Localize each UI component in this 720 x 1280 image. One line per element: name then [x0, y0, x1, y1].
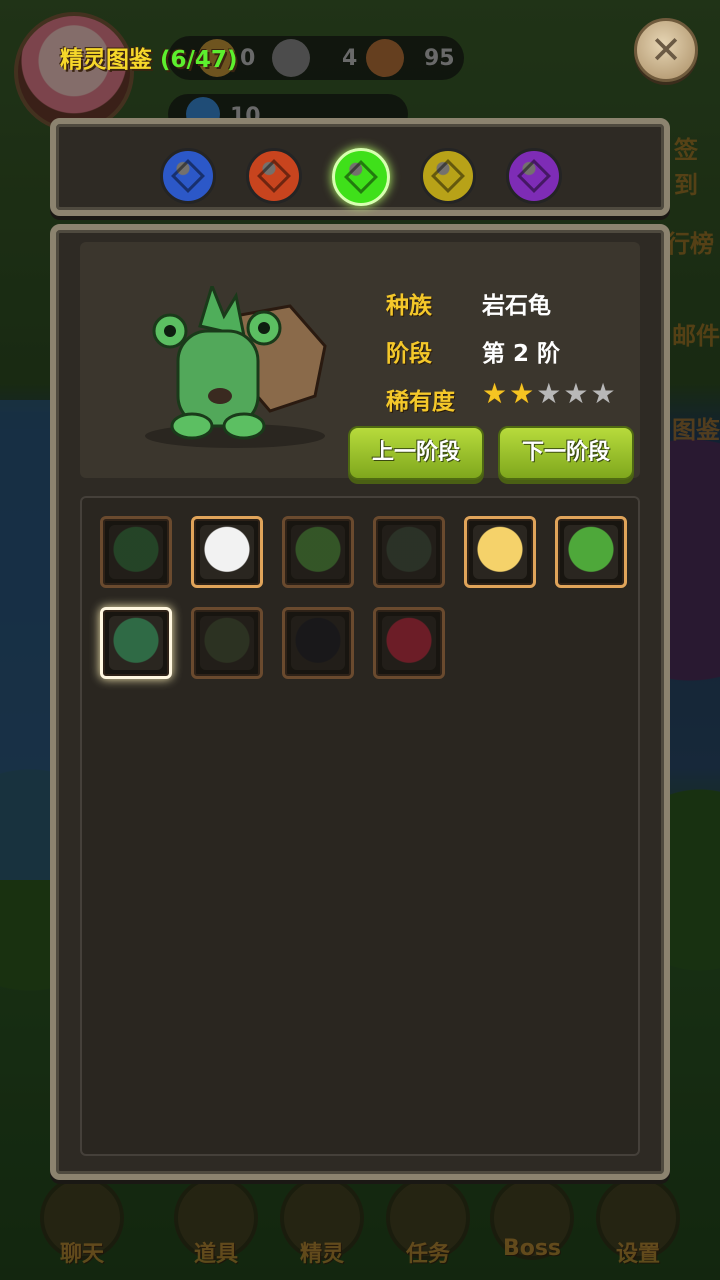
collection-count: (6/47): [160, 47, 238, 73]
sprite-slot-panda[interactable]: [191, 516, 263, 588]
element-tab-fire[interactable]: [246, 148, 302, 204]
close-button[interactable]: ✕: [634, 18, 698, 82]
sprite-detail-panel: 种族 岩石龟 阶段 第 2 阶 稀有度 ★ ★ ★ ★ ★ 上一阶段 下一阶段: [50, 224, 670, 1180]
sprite-slot-red-blob[interactable]: [373, 607, 445, 679]
species-value: 岩石龟: [482, 293, 551, 319]
stage-row: 阶段 第 2 阶: [386, 334, 560, 368]
star-icon: ★: [482, 377, 508, 410]
red-blob-icon: [382, 616, 436, 670]
green-goblin-icon: [291, 525, 345, 579]
green-block-icon: [564, 525, 618, 579]
species-row: 种族 岩石龟: [386, 286, 551, 320]
sprite-slot-rock-turtle[interactable]: [100, 607, 172, 679]
sprite-slot-bramble[interactable]: [191, 607, 263, 679]
element-tab-wood[interactable]: [332, 148, 390, 206]
rarity-row: 稀有度 ★ ★ ★ ★ ★: [386, 380, 616, 416]
next-stage-button[interactable]: 下一阶段: [498, 426, 634, 480]
stage-value: 第 2 阶: [482, 341, 561, 367]
sprite-slot-green-block[interactable]: [555, 516, 627, 588]
sprite-info-box: 种族 岩石龟 阶段 第 2 阶 稀有度 ★ ★ ★ ★ ★ 上一阶段 下一阶段: [80, 242, 640, 480]
prev-stage-button[interactable]: 上一阶段: [348, 426, 484, 480]
stone-snail-icon: [382, 525, 436, 579]
sprite-slot-green-goblin[interactable]: [282, 516, 354, 588]
title-text: 精灵图鉴: [60, 47, 152, 73]
star-icon: ★: [536, 377, 562, 410]
panda-icon: [200, 525, 254, 579]
rarity-stars: ★ ★ ★ ★ ★: [482, 380, 616, 408]
sprite-slot-black-bird[interactable]: [282, 607, 354, 679]
page-title: 精灵图鉴 (6/47): [60, 40, 237, 74]
green-fox-icon: [109, 525, 163, 579]
element-tabs: [160, 148, 562, 206]
sprite-slot-stone-snail[interactable]: [373, 516, 445, 588]
star-icon: ★: [563, 377, 589, 410]
rock-turtle-icon: [109, 616, 163, 670]
close-icon: ✕: [650, 28, 682, 72]
flower-girl-icon: [473, 525, 527, 579]
bramble-icon: [200, 616, 254, 670]
sprite-grid: [80, 496, 640, 1156]
rock-turtle-sprite: [145, 286, 327, 448]
element-tab-dark[interactable]: [506, 148, 562, 204]
sprite-slot-flower-girl[interactable]: [464, 516, 536, 588]
star-icon: ★: [509, 377, 535, 410]
element-tab-earth[interactable]: [420, 148, 476, 204]
black-bird-icon: [291, 616, 345, 670]
rarity-label: 稀有度: [386, 389, 455, 415]
sprite-slot-green-fox[interactable]: [100, 516, 172, 588]
element-tab-panel: [50, 118, 670, 216]
element-tab-water[interactable]: [160, 148, 216, 204]
stage-label: 阶段: [386, 341, 432, 367]
species-label: 种族: [386, 293, 432, 319]
star-icon: ★: [590, 377, 616, 410]
